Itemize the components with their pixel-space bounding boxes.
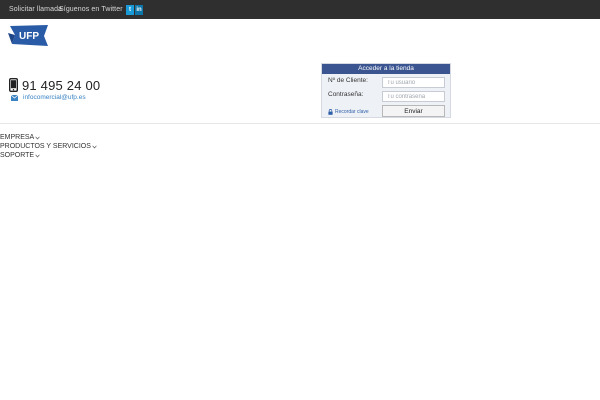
store-login-panel: Acceder a la tienda Nº de Cliente: Contr… (321, 63, 451, 118)
menu-item-label: EMPRESA (0, 134, 35, 141)
envelope-icon (11, 94, 18, 101)
login-title: Acceder a la tienda (322, 64, 450, 74)
chevron-down-icon (35, 136, 40, 140)
client-number-input[interactable] (382, 77, 445, 88)
email-block: infocomercial@ufp.es (11, 93, 86, 102)
request-call-link[interactable]: Solicitar llamada (9, 0, 62, 19)
menu-item-productos[interactable]: PRODUCTOS Y SERVICIOS (0, 142, 97, 151)
main-menu: EMPRESA PRODUCTOS Y SERVICIOS SOPORTE (0, 133, 97, 160)
submit-button[interactable]: Enviar (382, 105, 445, 117)
menu-item-empresa[interactable]: EMPRESA (0, 133, 97, 142)
follow-twitter-link[interactable]: Síguenos en Twitter (59, 0, 123, 19)
lock-icon (328, 109, 333, 115)
phone-number: 91 495 24 00 (22, 77, 101, 93)
ufp-logo[interactable]: UFP (8, 24, 50, 48)
logo-text: UFP (19, 31, 39, 42)
remember-password-link[interactable]: Recordar clave (328, 108, 369, 116)
linkedin-icon[interactable]: in (135, 5, 143, 15)
mobile-phone-icon (9, 78, 18, 92)
email-link[interactable]: infocomercial@ufp.es (23, 94, 86, 101)
menu-item-soporte[interactable]: SOPORTE (0, 151, 97, 160)
password-label: Contraseña: (328, 91, 364, 98)
menu-item-label: SOPORTE (0, 152, 35, 159)
remember-password-label: Recordar clave (335, 109, 369, 115)
chevron-down-icon (92, 145, 97, 149)
phone-block: 91 495 24 00 (9, 77, 101, 93)
password-input[interactable] (382, 91, 445, 102)
header-divider (0, 123, 600, 124)
twitter-icon[interactable]: t (126, 5, 134, 15)
top-bar: Solicitar llamada Síguenos en Twitter t … (0, 0, 600, 19)
social-links: t in (126, 5, 143, 15)
menu-item-label: PRODUCTOS Y SERVICIOS (0, 143, 91, 150)
chevron-down-icon (35, 154, 40, 158)
client-number-label: Nº de Cliente: (328, 77, 368, 84)
